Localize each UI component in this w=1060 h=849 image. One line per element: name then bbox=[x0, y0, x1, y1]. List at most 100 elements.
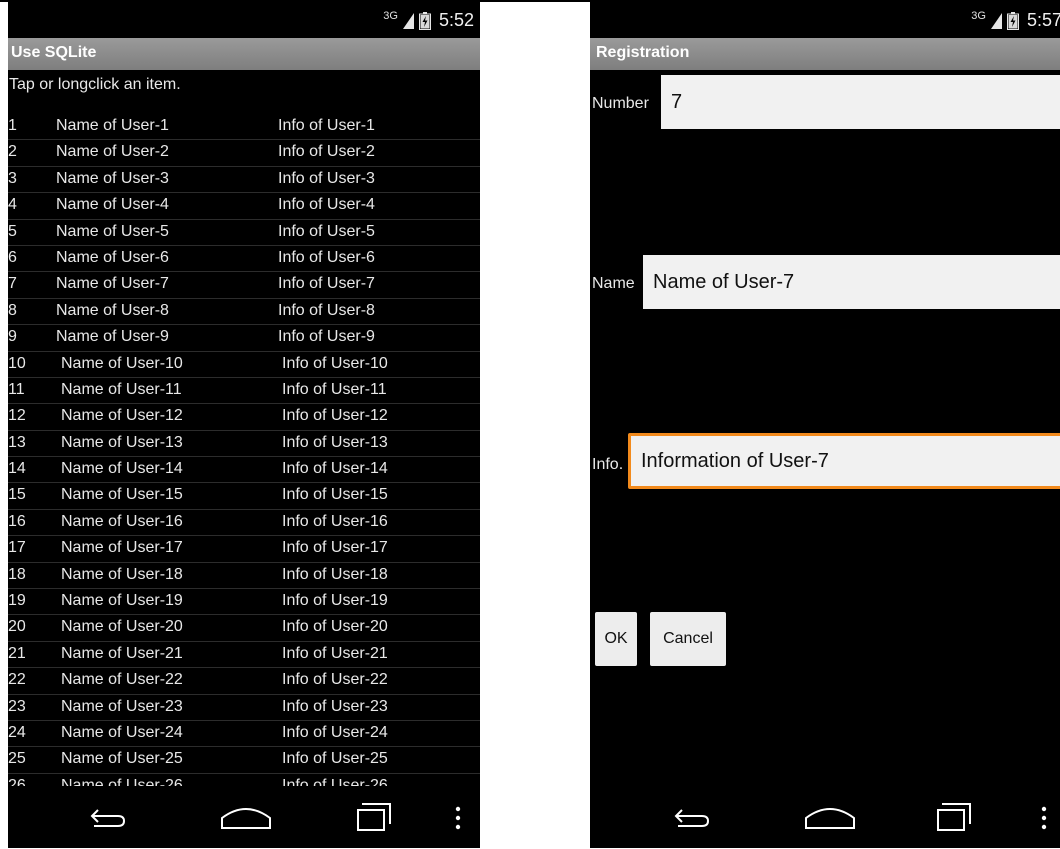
list-item[interactable]: 11 Name of User-11 Info of User-11 bbox=[8, 378, 480, 405]
list-item-name: Name of User-8 bbox=[56, 301, 169, 319]
list-item-name: Name of User-1 bbox=[56, 117, 169, 134]
list-item-number: 7 bbox=[8, 275, 17, 293]
list-item-number: 2 bbox=[8, 143, 17, 161]
status-bar: 3G 5:52 bbox=[8, 2, 480, 38]
list-item-name: Name of User-25 bbox=[61, 750, 183, 768]
recent-apps-icon[interactable] bbox=[356, 802, 392, 832]
list-item[interactable]: 14 Name of User-14 Info of User-14 bbox=[8, 457, 480, 484]
back-arrow-icon[interactable] bbox=[88, 806, 128, 830]
status-indicators: 3G 5:52 bbox=[383, 10, 474, 31]
list-item-number: 3 bbox=[8, 169, 17, 187]
list-item-name: Name of User-22 bbox=[61, 671, 183, 689]
list-item-number: 18 bbox=[8, 565, 26, 583]
signal-icon bbox=[990, 12, 1002, 29]
list-item[interactable]: 18 Name of User-18 Info of User-18 bbox=[8, 563, 480, 590]
list-item[interactable]: 25 Name of User-25 Info of User-25 bbox=[8, 747, 480, 774]
list-item[interactable]: 6 Name of User-6 Info of User-6 bbox=[8, 246, 480, 273]
list-item[interactable]: 2 Name of User-2 Info of User-2 bbox=[8, 140, 480, 167]
list-item-name: Name of User-13 bbox=[61, 433, 183, 451]
list-item-name: Name of User-16 bbox=[61, 512, 183, 530]
list-item-name: Name of User-5 bbox=[56, 222, 169, 240]
list-item-info: Info of User-2 bbox=[278, 143, 375, 161]
list-item-number: 20 bbox=[8, 618, 26, 636]
left-phone-screen: 3G 5:52 Use SQLite Tap or longclick an i… bbox=[8, 2, 480, 848]
list-item-info: Info of User-3 bbox=[278, 169, 375, 187]
list-item-info: Info of User-11 bbox=[282, 380, 387, 398]
list-item-name: Name of User-10 bbox=[61, 354, 183, 372]
name-field[interactable]: Name of User-7 bbox=[643, 255, 1060, 309]
list-item-name: Name of User-19 bbox=[61, 592, 183, 610]
list-item-info: Info of User-18 bbox=[282, 565, 388, 583]
action-bar: Registration bbox=[590, 38, 1060, 70]
list-item[interactable]: 16 Name of User-16 Info of User-16 bbox=[8, 510, 480, 537]
list-item-number: 5 bbox=[8, 222, 17, 240]
list-item-info: Info of User-22 bbox=[282, 671, 388, 689]
number-label: Number bbox=[592, 95, 649, 112]
battery-icon bbox=[1006, 11, 1019, 30]
list-item[interactable]: 4 Name of User-4 Info of User-4 bbox=[8, 193, 480, 220]
list-item-number: 24 bbox=[8, 723, 26, 741]
list-item[interactable]: 23 Name of User-23 Info of User-23 bbox=[8, 695, 480, 721]
network-type: 3G bbox=[383, 10, 398, 22]
list-item-number: 23 bbox=[8, 697, 26, 715]
signal-icon bbox=[402, 12, 414, 29]
list-item[interactable]: 24 Name of User-24 Info of User-24 bbox=[8, 721, 480, 748]
home-icon[interactable] bbox=[804, 802, 856, 830]
list-item-number: 13 bbox=[8, 433, 26, 451]
list-item-info: Info of User-7 bbox=[278, 275, 375, 293]
instruction-text: Tap or longclick an item. bbox=[9, 76, 181, 93]
list-item-number: 25 bbox=[8, 750, 26, 768]
list-item[interactable]: 8 Name of User-8 Info of User-8 bbox=[8, 299, 480, 326]
battery-icon bbox=[418, 11, 431, 30]
cancel-button[interactable]: Cancel bbox=[650, 612, 726, 666]
list-item-number: 4 bbox=[8, 196, 17, 214]
status-indicators: 3G 5:57 bbox=[971, 10, 1060, 31]
list-item-number: 16 bbox=[8, 512, 26, 530]
list-item-info: Info of User-13 bbox=[282, 433, 388, 451]
list-item-name: Name of User-20 bbox=[61, 618, 183, 636]
ok-button[interactable]: OK bbox=[595, 612, 637, 666]
navigation-bar bbox=[8, 786, 480, 848]
number-field[interactable]: 7 bbox=[661, 75, 1060, 129]
overflow-menu-icon[interactable] bbox=[1040, 806, 1048, 830]
list-item[interactable]: 9 Name of User-9 Info of User-9 bbox=[8, 325, 480, 352]
list-item-info: Info of User-24 bbox=[282, 723, 388, 741]
list-item-name: Name of User-21 bbox=[61, 644, 183, 662]
list-item-number: 10 bbox=[8, 354, 26, 372]
list-item-name: Name of User-3 bbox=[56, 169, 169, 187]
list-item[interactable]: 12 Name of User-12 Info of User-12 bbox=[8, 404, 480, 431]
list-item[interactable]: 15 Name of User-15 Info of User-15 bbox=[8, 483, 480, 510]
list-item-info: Info of User-19 bbox=[282, 592, 388, 610]
list-item-number: 9 bbox=[8, 328, 17, 346]
list-item-info: Info of User-12 bbox=[282, 407, 388, 425]
list-item[interactable]: 10 Name of User-10 Info of User-10 bbox=[8, 352, 480, 378]
list-item[interactable]: 19 Name of User-19 Info of User-19 bbox=[8, 589, 480, 616]
overflow-menu-icon[interactable] bbox=[454, 806, 462, 830]
home-icon[interactable] bbox=[220, 802, 272, 830]
list-item-number: 6 bbox=[8, 248, 17, 266]
list-item[interactable]: 7 Name of User-7 Info of User-7 bbox=[8, 272, 480, 299]
list-item[interactable]: 22 Name of User-22 Info of User-22 bbox=[8, 668, 480, 695]
list-item-info: Info of User-10 bbox=[282, 354, 388, 372]
status-bar: 3G 5:57 bbox=[590, 2, 1060, 38]
list-item-name: Name of User-11 bbox=[61, 380, 182, 398]
list-item[interactable]: 21 Name of User-21 Info of User-21 bbox=[8, 642, 480, 669]
list-item-info: Info of User-8 bbox=[278, 301, 375, 319]
list-item[interactable]: 20 Name of User-20 Info of User-20 bbox=[8, 615, 480, 642]
list-item[interactable]: 13 Name of User-13 Info of User-13 bbox=[8, 431, 480, 458]
back-arrow-icon[interactable] bbox=[672, 806, 712, 830]
list-item[interactable]: 17 Name of User-17 Info of User-17 bbox=[8, 536, 480, 563]
list-item-info: Info of User-16 bbox=[282, 512, 388, 530]
recent-apps-icon[interactable] bbox=[936, 802, 972, 832]
list-item-number: 15 bbox=[8, 486, 26, 504]
list-item-number: 22 bbox=[8, 671, 26, 689]
list-item-name: Name of User-4 bbox=[56, 196, 169, 214]
list-item[interactable]: 5 Name of User-5 Info of User-5 bbox=[8, 220, 480, 246]
list-item[interactable]: 3 Name of User-3 Info of User-3 bbox=[8, 167, 480, 194]
list-item-number: 14 bbox=[8, 460, 26, 478]
list-item-name: Name of User-9 bbox=[56, 328, 169, 346]
list-item-name: Name of User-2 bbox=[56, 143, 169, 161]
info-label: Info. bbox=[592, 456, 624, 473]
list-item[interactable]: 1 Name of User-1 Info of User-1 bbox=[8, 114, 480, 141]
info-field[interactable]: Information of User-7 bbox=[628, 433, 1060, 489]
